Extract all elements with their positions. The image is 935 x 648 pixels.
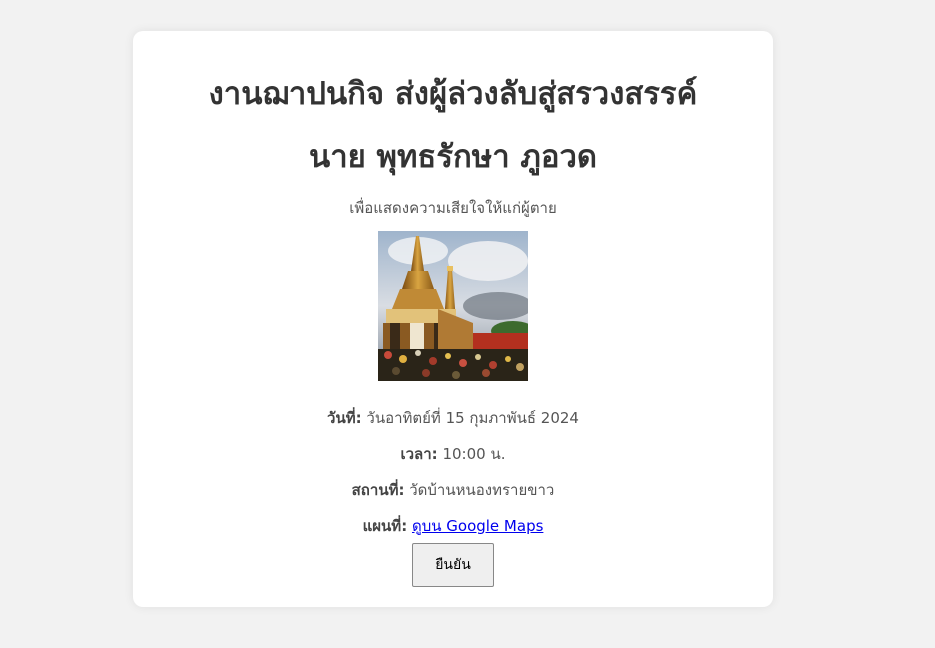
deceased-name: นาย พุทธรักษา ภูอวด: [309, 139, 597, 175]
time-value: 10:00 น.: [442, 445, 506, 463]
place-value: วัดบ้านหนองทรายขาว: [409, 481, 555, 499]
invitation-card: งานฌาปนกิจ ส่งผู้ล่วงลับสู่สรวงสรรค์ นาย…: [133, 31, 773, 607]
date-label: วันที่:: [327, 409, 362, 427]
subtitle: เพื่อแสดงความเสียใจให้แก่ผู้ตาย: [349, 199, 557, 217]
google-maps-link[interactable]: ดูบน Google Maps: [412, 517, 543, 535]
time-label: เวลา:: [400, 445, 438, 463]
time-row: เวลา: 10:00 น.: [133, 442, 773, 466]
place-row: สถานที่: วัดบ้านหนองทรายขาว: [133, 478, 773, 502]
place-label: สถานที่:: [351, 481, 405, 499]
map-label: แผนที่:: [362, 517, 408, 535]
map-row: แผนที่: ดูบน Google Maps: [133, 514, 773, 538]
page-title: งานฌาปนกิจ ส่งผู้ล่วงลับสู่สรวงสรรค์: [208, 76, 698, 112]
date-value: วันอาทิตย์ที่ 15 กุมภาพันธ์ 2024: [366, 409, 579, 427]
date-row: วันที่: วันอาทิตย์ที่ 15 กุมภาพันธ์ 2024: [133, 406, 773, 430]
confirm-button[interactable]: ยืนยัน: [412, 543, 494, 587]
temple-photo: [378, 231, 528, 381]
temple-photo-graphic: [378, 231, 528, 381]
